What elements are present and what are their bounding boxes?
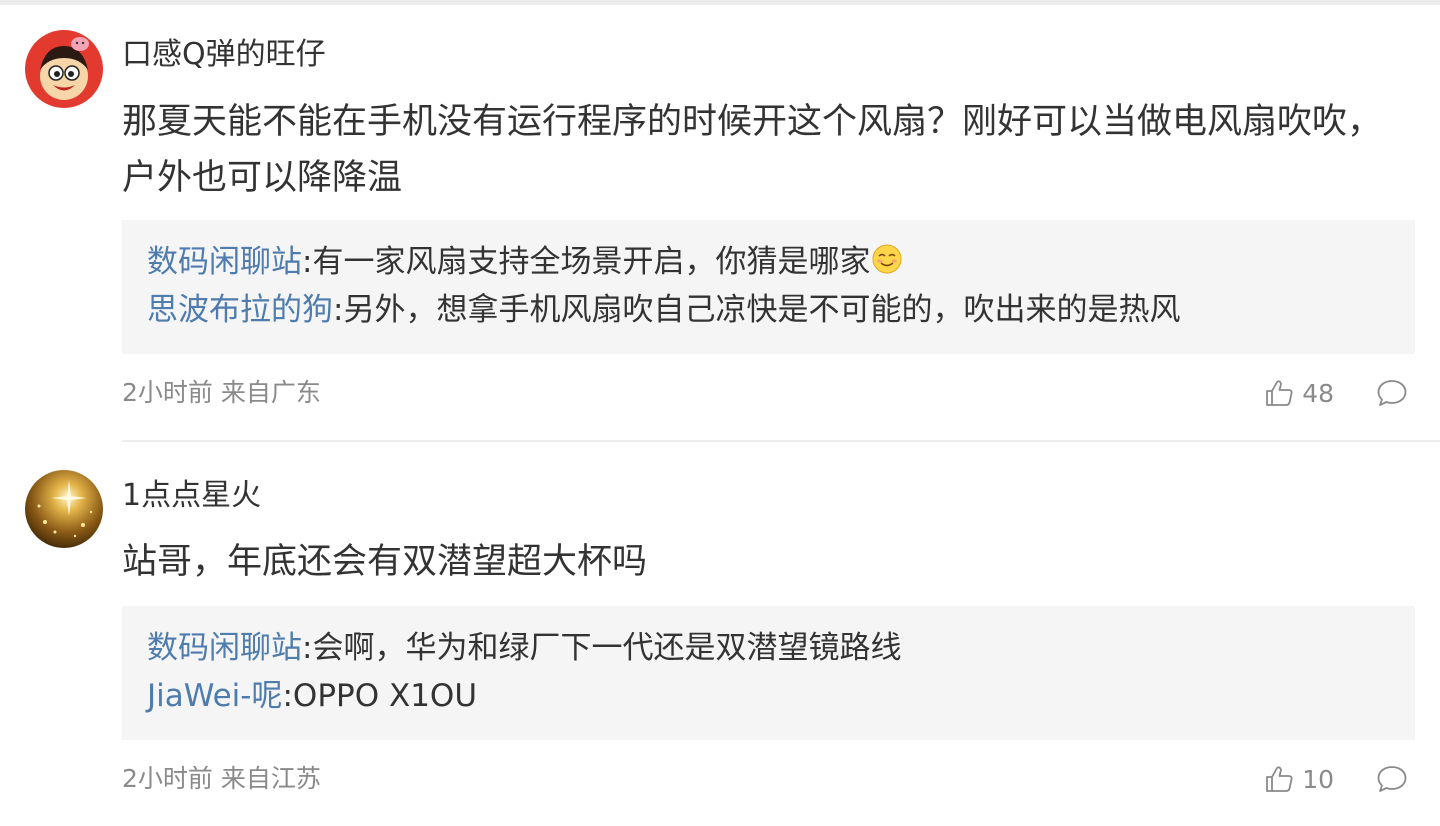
reply-separator: : xyxy=(302,630,313,666)
comment-location: 来自江苏 xyxy=(220,764,321,793)
comment-actions: 48 xyxy=(1264,375,1408,411)
reply-separator: : xyxy=(282,678,293,714)
reply-box[interactable]: 数码闲聊站:会啊，华为和绿厂下一代还是双潜望镜路线 JiaWei-呢:OPPO … xyxy=(122,606,1415,740)
avatar[interactable] xyxy=(25,30,103,108)
comment-time: 2小时前 xyxy=(122,378,213,407)
comment-actions: 10 xyxy=(1264,761,1408,797)
like-count: 48 xyxy=(1302,378,1334,408)
reply-box[interactable]: 数码闲聊站:有一家风扇支持全场景开启，你猜是哪家 思波布拉的狗:另外，想拿手机风… xyxy=(122,220,1415,354)
reply-line: 数码闲聊站:会啊，华为和绿厂下一代还是双潜望镜路线 xyxy=(147,624,1389,672)
comment-bubble-icon[interactable] xyxy=(1376,378,1408,408)
comment-meta: 2小时前 来自江苏 xyxy=(122,763,321,795)
reply-text: OPPO X1OU xyxy=(292,678,478,714)
reply-text: 另外，想拿手机风扇吹自己凉快是不可能的，吹出来的是热风 xyxy=(343,292,1181,328)
reply-text: 会啊，华为和绿厂下一代还是双潜望镜路线 xyxy=(312,630,902,666)
reply-author[interactable]: 数码闲聊站 xyxy=(147,630,302,666)
reply-author[interactable]: 数码闲聊站 xyxy=(147,244,302,280)
thumbs-up-icon[interactable] xyxy=(1264,764,1294,794)
wangzai-mascot-icon xyxy=(25,30,103,108)
smirk-emoji-icon xyxy=(872,244,902,274)
reply-author[interactable]: 思波布拉的狗 xyxy=(147,292,333,328)
reply-separator: : xyxy=(302,244,313,280)
top-border xyxy=(0,0,1440,5)
comment-bubble-icon[interactable] xyxy=(1376,764,1408,794)
reply-text: 有一家风扇支持全场景开启，你猜是哪家 xyxy=(312,244,871,280)
like-count: 10 xyxy=(1302,764,1334,794)
reply-separator: : xyxy=(333,292,344,328)
reply-line: 数码闲聊站:有一家风扇支持全场景开启，你猜是哪家 xyxy=(147,238,1389,286)
reply-author[interactable]: JiaWei-呢 xyxy=(147,678,282,714)
comment-text: 那夏天能不能在手机没有运行程序的时候开这个风扇？刚好可以当做电风扇吹吹，户外也可… xyxy=(122,102,1383,198)
reply-line: 思波布拉的狗:另外，想拿手机风扇吹自己凉快是不可能的，吹出来的是热风 xyxy=(147,286,1389,334)
comment-time: 2小时前 xyxy=(122,764,213,793)
golden-sparkle-icon xyxy=(25,470,103,548)
username[interactable]: 1点点星火 xyxy=(122,478,261,514)
thumbs-up-icon[interactable] xyxy=(1264,378,1294,408)
reply-line: JiaWei-呢:OPPO X1OU xyxy=(147,672,1389,720)
username[interactable]: 口感Q弹的旺仔 xyxy=(122,37,326,73)
avatar[interactable] xyxy=(25,470,103,548)
comment-text: 站哥，年底还会有双潜望超大杯吗 xyxy=(122,542,648,582)
comment-meta: 2小时前 来自广东 xyxy=(122,377,321,409)
comment-location: 来自广东 xyxy=(220,378,321,407)
comment-divider xyxy=(122,440,1440,442)
